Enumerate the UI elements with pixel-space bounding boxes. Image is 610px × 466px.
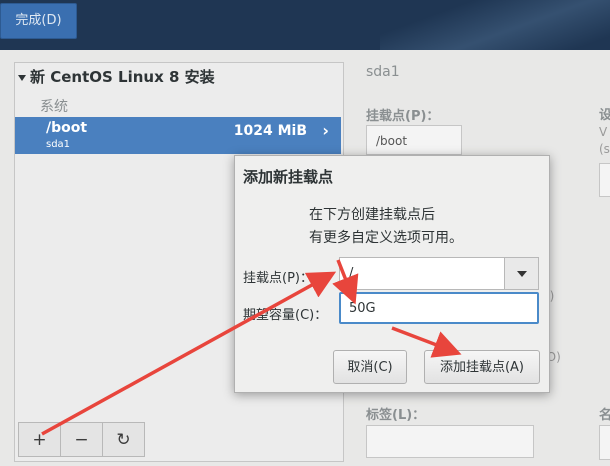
dialog-description-line1: 在下方创建挂载点后 xyxy=(309,207,435,223)
device-heading: sda1 xyxy=(366,64,400,80)
add-mount-point-button[interactable]: 添加挂载点(A) xyxy=(424,350,540,384)
dialog-mount-label: 挂载点(P)： xyxy=(243,271,313,286)
expand-arrow-icon xyxy=(18,74,26,81)
install-title: 新 CentOS Linux 8 安装 xyxy=(30,68,215,86)
add-mount-point-dialog: 添加新挂载点 在下方创建挂载点后 有更多自定义选项可用。 挂载点(P)： / 期… xyxy=(234,155,550,393)
mount-point-field[interactable]: /boot xyxy=(366,125,462,155)
settings-label: 设 xyxy=(599,108,610,123)
dropdown-button[interactable] xyxy=(504,258,538,289)
mount-point-row[interactable]: /boot sda1 1024 MiB › xyxy=(15,117,341,154)
chevron-right-icon: › xyxy=(322,121,329,140)
cancel-button[interactable]: 取消(C) xyxy=(333,350,407,384)
mount-point-combo[interactable]: / xyxy=(339,257,539,290)
done-button[interactable]: 完成(D) xyxy=(0,3,77,39)
remove-mount-button[interactable]: − xyxy=(61,423,103,456)
mount-size: 1024 MiB xyxy=(233,123,307,139)
chevron-down-icon xyxy=(516,270,527,277)
capacity-input[interactable]: 50G xyxy=(339,292,539,324)
mount-device: sda1 xyxy=(46,139,71,150)
section-system-label: 系统 xyxy=(40,99,68,115)
install-tree-header[interactable]: 新 CentOS Linux 8 安装 xyxy=(18,66,215,87)
dialog-title: 添加新挂载点 xyxy=(243,168,334,186)
mount-toolbar: + − ↻ xyxy=(18,422,145,457)
background-streak xyxy=(380,0,610,50)
dialog-description-line2: 有更多自定义选项可用。 xyxy=(309,230,463,246)
name-label: 名 xyxy=(599,408,610,423)
settings-button[interactable] xyxy=(599,163,610,197)
capacity-value: 50G xyxy=(349,301,376,316)
add-mount-button[interactable]: + xyxy=(19,423,61,456)
label-field[interactable] xyxy=(366,425,534,458)
refresh-icon[interactable]: ↻ xyxy=(103,423,144,456)
mount-point-label: 挂载点(P)： xyxy=(366,109,440,124)
dialog-capacity-label: 期望容量(C)： xyxy=(243,308,328,323)
name-field[interactable] xyxy=(599,425,610,460)
label-label: 标签(L)： xyxy=(366,408,426,423)
settings-text-1: V xyxy=(599,125,608,139)
top-bar: 完成(D) xyxy=(0,0,610,50)
mount-path: /boot xyxy=(46,120,88,136)
mount-point-value: / xyxy=(349,266,354,281)
settings-text-2: (s xyxy=(599,142,610,156)
